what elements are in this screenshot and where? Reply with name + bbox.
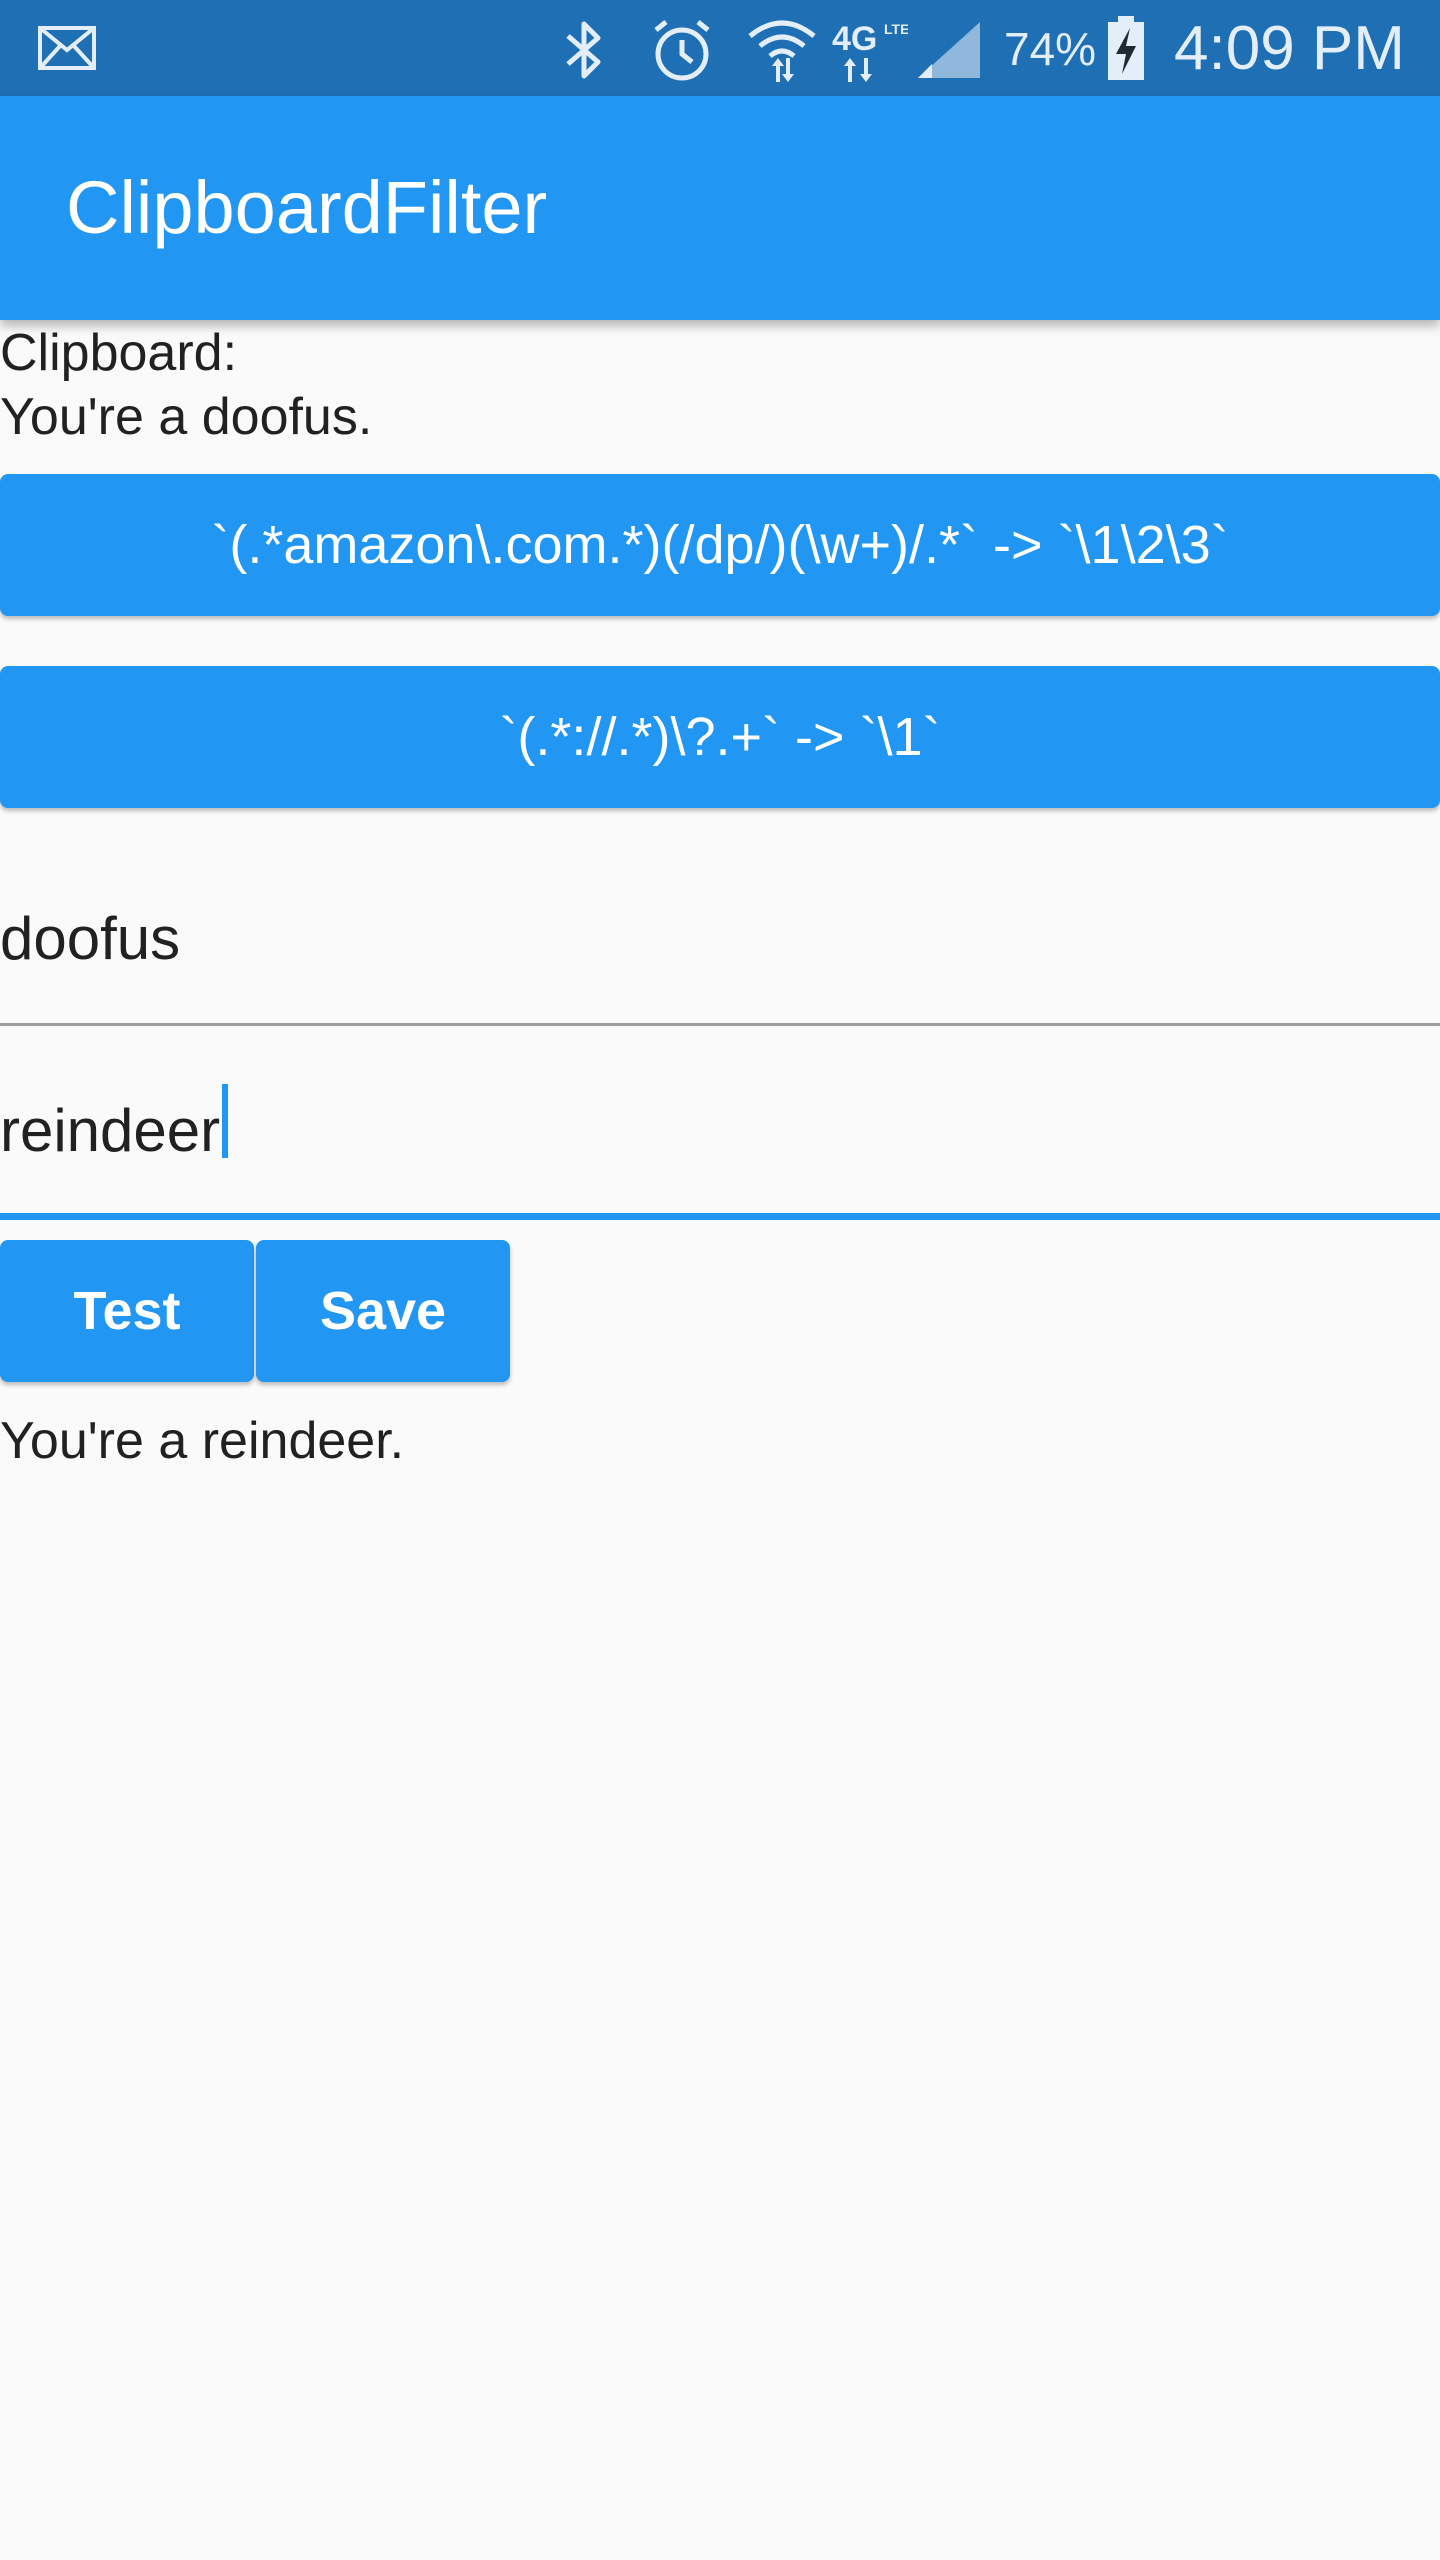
clipboard-value: You're a doofus. <box>0 388 373 446</box>
svg-text:4G: 4G <box>832 20 877 58</box>
clipboard-label: Clipboard: <box>0 324 238 382</box>
test-button[interactable]: Test <box>0 1240 254 1382</box>
find-pattern-input[interactable] <box>0 890 1440 986</box>
mail-icon <box>38 26 96 75</box>
find-pattern-field <box>0 870 1440 1026</box>
amazon-rule-button[interactable]: `(.*amazon\.com.*)(/dp/)(\w+)/.*` -> `\1… <box>0 474 1440 616</box>
app-bar: ClipboardFilter <box>0 96 1440 320</box>
replace-field-underline-focused <box>0 1213 1440 1220</box>
save-button[interactable]: Save <box>256 1240 510 1382</box>
find-field-underline <box>0 1023 1440 1026</box>
replace-pattern-input[interactable] <box>0 1082 1440 1178</box>
status-bar: 4G LTE 74% 4:09 PM <box>0 0 1440 96</box>
strip-query-rule-button[interactable]: `(.*://.*)\?.+` -> `\1` <box>0 666 1440 808</box>
text-cursor <box>222 1084 228 1158</box>
svg-text:LTE: LTE <box>884 21 908 37</box>
battery-percent: 74% <box>1004 23 1097 75</box>
result-text: You're a reindeer. <box>0 1412 405 1470</box>
app-title: ClipboardFilter <box>66 166 548 249</box>
clock-time: 4:09 PM <box>1174 14 1405 83</box>
replace-pattern-field <box>0 1062 1440 1220</box>
